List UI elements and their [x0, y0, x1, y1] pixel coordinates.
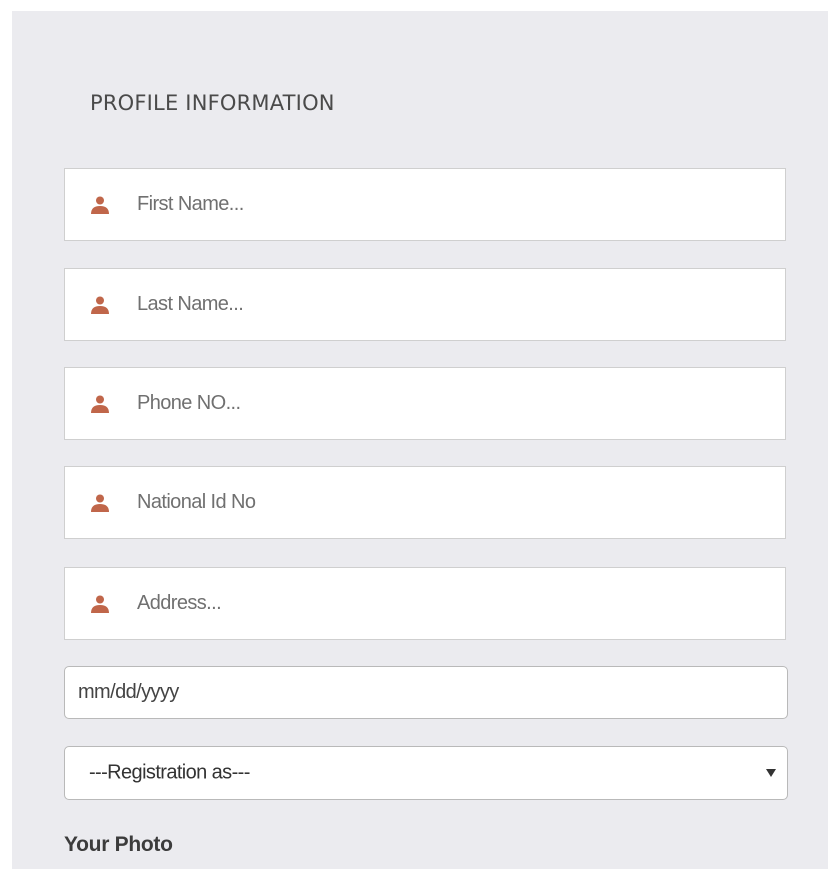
user-icon — [91, 196, 109, 214]
date-input[interactable] — [78, 667, 768, 718]
section-title: PROFILE INFORMATION — [90, 91, 335, 115]
last-name-input[interactable] — [137, 269, 767, 340]
national-id-field[interactable] — [64, 466, 786, 539]
registration-select[interactable]: ---Registration as--- — [64, 746, 788, 800]
user-icon — [91, 595, 109, 613]
caret-down-icon — [766, 769, 776, 777]
registration-select-value: ---Registration as--- — [89, 761, 250, 784]
user-icon — [91, 395, 109, 413]
photo-label: Your Photo — [64, 833, 173, 856]
user-icon — [91, 494, 109, 512]
user-icon — [91, 296, 109, 314]
date-field[interactable] — [64, 666, 788, 719]
national-id-input[interactable] — [137, 467, 767, 538]
phone-input[interactable] — [137, 368, 767, 439]
first-name-field[interactable] — [64, 168, 786, 241]
profile-form-panel: PROFILE INFORMATION First Name... Last N… — [12, 11, 828, 869]
address-input[interactable] — [137, 568, 767, 639]
address-field[interactable] — [64, 567, 786, 640]
last-name-field[interactable] — [64, 268, 786, 341]
first-name-input[interactable] — [137, 169, 767, 240]
phone-field[interactable] — [64, 367, 786, 440]
